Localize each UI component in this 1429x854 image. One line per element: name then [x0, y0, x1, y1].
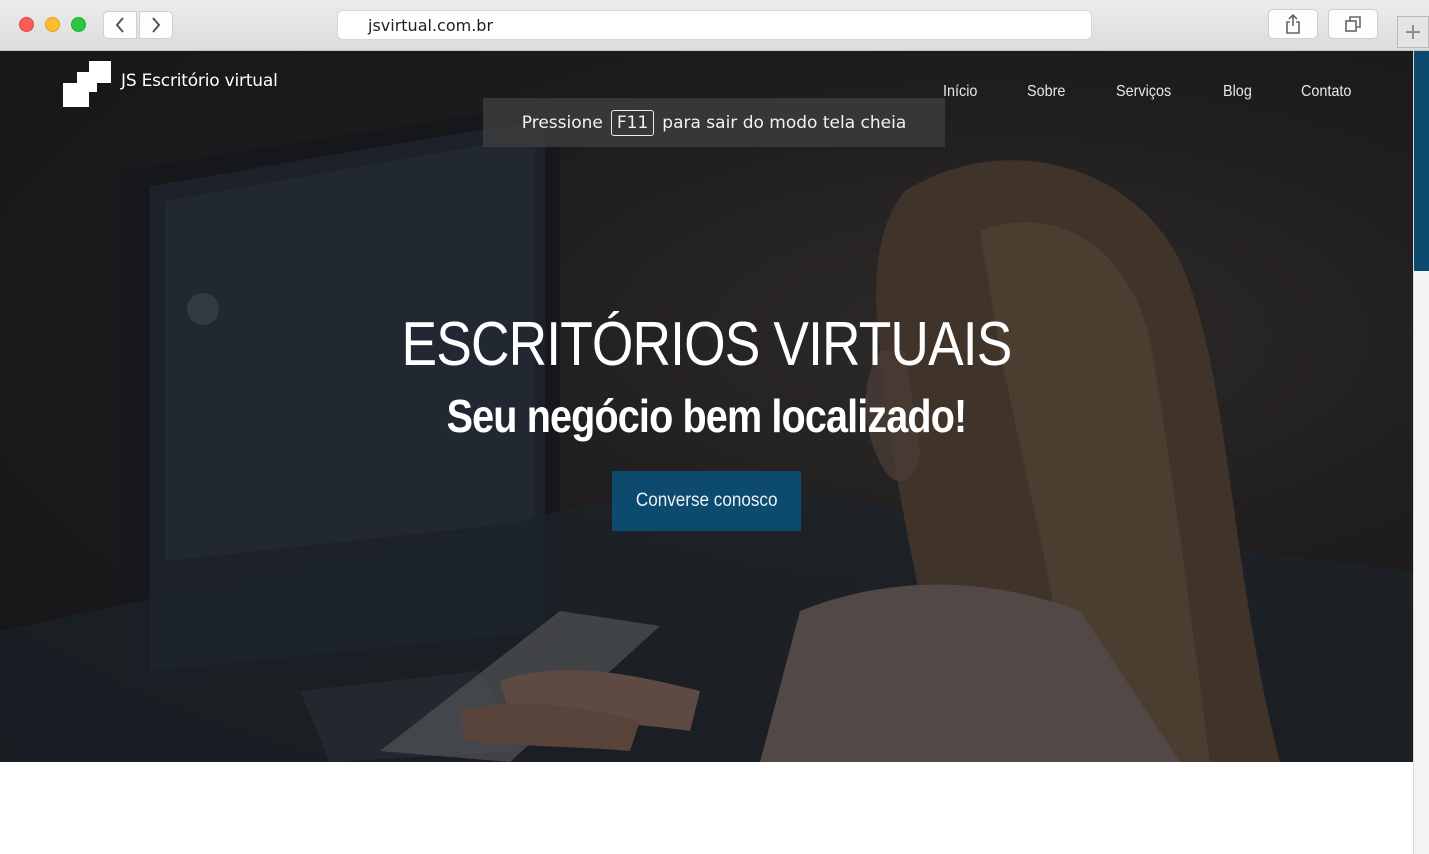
share-button[interactable]: [1268, 9, 1318, 39]
nav-blog[interactable]: Blog: [1223, 83, 1252, 101]
fullscreen-window-button[interactable]: [71, 17, 86, 32]
nav-servicos[interactable]: Serviços: [1116, 83, 1171, 101]
address-bar[interactable]: jsvirtual.com.br: [337, 10, 1092, 40]
share-icon: [1286, 14, 1300, 34]
nav-sobre[interactable]: Sobre: [1027, 83, 1065, 101]
scrollbar-thumb[interactable]: [1414, 51, 1429, 271]
new-tab-button[interactable]: +: [1397, 16, 1429, 48]
nav-contato[interactable]: Contato: [1301, 83, 1351, 101]
contact-cta-button[interactable]: Converse conosco: [612, 471, 801, 531]
hero-section: JS Escritório virtual Início Sobre Servi…: [0, 51, 1413, 762]
show-tabs-button[interactable]: [1328, 9, 1378, 39]
cta-label: Converse conosco: [635, 490, 778, 511]
nav-inicio[interactable]: Início: [943, 83, 977, 101]
browser-toolbar: jsvirtual.com.br +: [0, 0, 1429, 51]
site-logo[interactable]: JS Escritório virtual: [63, 61, 278, 107]
logo-text: JS Escritório virtual: [121, 71, 278, 91]
page-viewport: JS Escritório virtual Início Sobre Servi…: [0, 51, 1413, 854]
close-window-button[interactable]: [19, 17, 34, 32]
plus-icon: +: [1403, 19, 1423, 45]
fullscreen-key: F11: [610, 109, 655, 136]
url-text: jsvirtual.com.br: [368, 16, 494, 35]
hero-subtitle: Seu negócio bem localizado!: [446, 390, 968, 442]
forward-button[interactable]: [139, 11, 173, 39]
forward-icon: [152, 17, 161, 33]
minimize-window-button[interactable]: [45, 17, 60, 32]
fullscreen-notice-after: para sair do modo tela cheia: [662, 112, 907, 133]
back-icon: [115, 17, 124, 33]
logo-icon: [63, 61, 111, 107]
page-scrollbar[interactable]: [1413, 51, 1429, 854]
fullscreen-notice-before: Pressione: [521, 112, 603, 133]
main-nav: Início Sobre Serviços Blog Contato: [943, 83, 1403, 101]
back-button[interactable]: [103, 11, 137, 39]
hero-title: ESCRITÓRIOS VIRTUAIS: [401, 310, 1013, 379]
fullscreen-notice: Pressione F11 para sair do modo tela che…: [483, 98, 945, 147]
tabs-icon: [1345, 16, 1361, 32]
